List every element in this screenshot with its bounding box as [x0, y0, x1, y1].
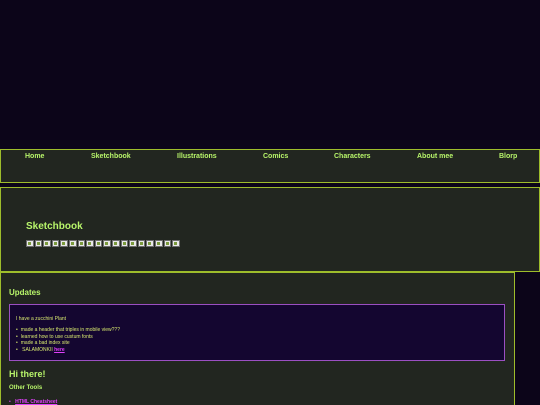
update-item: SALAMONKII here [16, 347, 120, 354]
sketch-thumbnail-icon[interactable] [86, 240, 94, 247]
sketchbook-thumbnails [26, 240, 180, 248]
sketch-thumbnail-icon[interactable] [146, 240, 154, 247]
updates-box: I have a zucchini Plant made a header th… [9, 304, 505, 361]
sketch-thumbnail-icon[interactable] [43, 240, 51, 247]
sketch-thumbnail-icon[interactable] [77, 240, 86, 247]
right-background-strip [515, 272, 540, 405]
nav-about-link[interactable]: About mee [417, 153, 453, 160]
nav-characters-link[interactable]: Characters [334, 153, 371, 160]
sketch-thumbnail-icon[interactable] [94, 240, 103, 247]
sketch-thumbnail-icon[interactable] [111, 240, 120, 247]
tools-heading: Other Tools [9, 385, 43, 391]
sketch-thumbnail-icon[interactable] [137, 240, 146, 247]
nav-home-link[interactable]: Home [25, 153, 44, 160]
page: Home Sketchbook Illustrations Comics Cha… [0, 0, 540, 405]
content-panel: Updates I have a zucchini Plant made a h… [0, 272, 515, 405]
sketch-thumbnail-icon[interactable] [154, 240, 163, 247]
sketchbook-section: Sketchbook [0, 187, 540, 272]
sketch-thumbnail-icon[interactable] [34, 240, 43, 247]
greeting-heading: Hi there! [9, 369, 46, 379]
sketch-thumbnail-icon[interactable] [120, 240, 129, 247]
sketch-thumbnail-icon[interactable] [51, 240, 60, 247]
nav-blorp-link[interactable]: Blorp [499, 153, 517, 160]
sketch-thumbnail-icon[interactable] [163, 240, 172, 247]
header-banner [0, 0, 540, 149]
update-item: learned how to use custum fonts [16, 334, 120, 341]
sketch-thumbnail-icon[interactable] [60, 240, 68, 247]
sketch-thumbnail-icon[interactable] [26, 240, 34, 247]
tools-list: HTML Cheatsheet [9, 399, 57, 405]
sketch-thumbnail-icon[interactable] [172, 240, 180, 247]
main-navigation: Home Sketchbook Illustrations Comics Cha… [0, 149, 540, 183]
nav-comics-link[interactable]: Comics [263, 153, 288, 160]
tool-link-html-cheatsheet[interactable]: HTML Cheatsheet [15, 399, 57, 405]
sketch-thumbnail-icon[interactable] [68, 240, 77, 247]
nav-illustrations-link[interactable]: Illustrations [177, 153, 217, 160]
nav-sketchbook-link[interactable]: Sketchbook [91, 153, 131, 160]
sketch-thumbnail-icon[interactable] [103, 240, 111, 247]
tools-item: HTML Cheatsheet [9, 399, 57, 405]
update-item: made a bad index site [16, 340, 120, 347]
update-item: made a header that triples in mobile vie… [16, 327, 120, 334]
updates-list: made a header that triples in mobile vie… [16, 327, 120, 353]
updates-heading: Updates [9, 288, 41, 297]
update-here-link[interactable]: here [54, 347, 65, 353]
updates-intro-text: I have a zucchini Plant [16, 316, 67, 322]
sketch-thumbnail-icon[interactable] [129, 240, 137, 247]
sketchbook-title: Sketchbook [26, 221, 83, 232]
